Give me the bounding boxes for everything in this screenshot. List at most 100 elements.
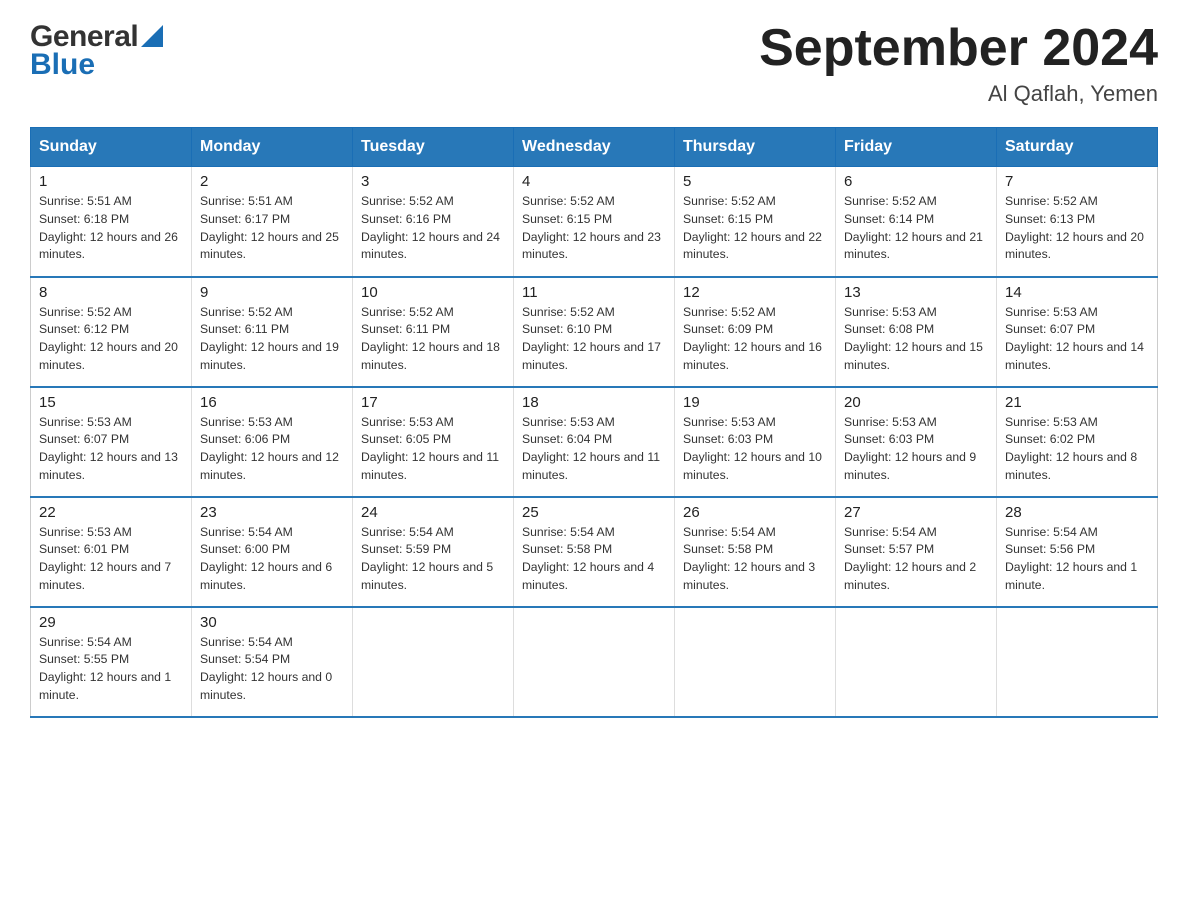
day-number: 7 <box>1005 173 1149 190</box>
calendar-week-row: 22 Sunrise: 5:53 AMSunset: 6:01 PMDaylig… <box>31 497 1158 607</box>
table-row: 14 Sunrise: 5:53 AMSunset: 6:07 PMDaylig… <box>997 277 1158 387</box>
table-row: 2 Sunrise: 5:51 AMSunset: 6:17 PMDayligh… <box>192 167 353 277</box>
table-row: 16 Sunrise: 5:53 AMSunset: 6:06 PMDaylig… <box>192 387 353 497</box>
day-number: 16 <box>200 394 344 411</box>
day-number: 20 <box>844 394 988 411</box>
header-sunday: Sunday <box>31 128 192 167</box>
day-info: Sunrise: 5:52 AMSunset: 6:13 PMDaylight:… <box>1005 194 1144 261</box>
day-number: 11 <box>522 284 666 301</box>
day-info: Sunrise: 5:53 AMSunset: 6:05 PMDaylight:… <box>361 415 499 482</box>
table-row: 22 Sunrise: 5:53 AMSunset: 6:01 PMDaylig… <box>31 497 192 607</box>
day-number: 18 <box>522 394 666 411</box>
table-row: 9 Sunrise: 5:52 AMSunset: 6:11 PMDayligh… <box>192 277 353 387</box>
table-row: 15 Sunrise: 5:53 AMSunset: 6:07 PMDaylig… <box>31 387 192 497</box>
day-number: 2 <box>200 173 344 190</box>
day-info: Sunrise: 5:54 AMSunset: 5:59 PMDaylight:… <box>361 525 493 592</box>
day-number: 5 <box>683 173 827 190</box>
table-row: 26 Sunrise: 5:54 AMSunset: 5:58 PMDaylig… <box>675 497 836 607</box>
logo-triangle-icon <box>141 25 163 47</box>
calendar-week-row: 29 Sunrise: 5:54 AMSunset: 5:55 PMDaylig… <box>31 607 1158 717</box>
day-number: 29 <box>39 614 183 631</box>
table-row: 8 Sunrise: 5:52 AMSunset: 6:12 PMDayligh… <box>31 277 192 387</box>
day-info: Sunrise: 5:52 AMSunset: 6:11 PMDaylight:… <box>361 305 500 372</box>
table-row: 28 Sunrise: 5:54 AMSunset: 5:56 PMDaylig… <box>997 497 1158 607</box>
header-monday: Monday <box>192 128 353 167</box>
day-info: Sunrise: 5:52 AMSunset: 6:15 PMDaylight:… <box>522 194 661 261</box>
table-row: 10 Sunrise: 5:52 AMSunset: 6:11 PMDaylig… <box>353 277 514 387</box>
table-row: 6 Sunrise: 5:52 AMSunset: 6:14 PMDayligh… <box>836 167 997 277</box>
table-row: 1 Sunrise: 5:51 AMSunset: 6:18 PMDayligh… <box>31 167 192 277</box>
day-info: Sunrise: 5:54 AMSunset: 5:55 PMDaylight:… <box>39 635 171 702</box>
day-info: Sunrise: 5:54 AMSunset: 5:58 PMDaylight:… <box>522 525 654 592</box>
header-saturday: Saturday <box>997 128 1158 167</box>
day-number: 25 <box>522 504 666 521</box>
day-number: 19 <box>683 394 827 411</box>
logo-blue-text: Blue <box>30 48 95 82</box>
day-number: 28 <box>1005 504 1149 521</box>
day-info: Sunrise: 5:52 AMSunset: 6:16 PMDaylight:… <box>361 194 500 261</box>
day-number: 13 <box>844 284 988 301</box>
table-row <box>997 607 1158 717</box>
calendar-week-row: 1 Sunrise: 5:51 AMSunset: 6:18 PMDayligh… <box>31 167 1158 277</box>
calendar-week-row: 8 Sunrise: 5:52 AMSunset: 6:12 PMDayligh… <box>31 277 1158 387</box>
table-row: 11 Sunrise: 5:52 AMSunset: 6:10 PMDaylig… <box>514 277 675 387</box>
day-number: 14 <box>1005 284 1149 301</box>
header-friday: Friday <box>836 128 997 167</box>
table-row: 27 Sunrise: 5:54 AMSunset: 5:57 PMDaylig… <box>836 497 997 607</box>
day-info: Sunrise: 5:52 AMSunset: 6:14 PMDaylight:… <box>844 194 983 261</box>
calendar-title-block: September 2024 Al Qaflah, Yemen <box>759 20 1158 107</box>
day-info: Sunrise: 5:51 AMSunset: 6:17 PMDaylight:… <box>200 194 339 261</box>
day-number: 8 <box>39 284 183 301</box>
day-info: Sunrise: 5:53 AMSunset: 6:07 PMDaylight:… <box>1005 305 1144 372</box>
day-number: 17 <box>361 394 505 411</box>
table-row: 3 Sunrise: 5:52 AMSunset: 6:16 PMDayligh… <box>353 167 514 277</box>
header-tuesday: Tuesday <box>353 128 514 167</box>
table-row: 5 Sunrise: 5:52 AMSunset: 6:15 PMDayligh… <box>675 167 836 277</box>
calendar-month-year: September 2024 <box>759 20 1158 77</box>
day-info: Sunrise: 5:53 AMSunset: 6:03 PMDaylight:… <box>844 415 976 482</box>
page-header: General Blue September 2024 Al Qaflah, Y… <box>30 20 1158 107</box>
day-info: Sunrise: 5:54 AMSunset: 6:00 PMDaylight:… <box>200 525 332 592</box>
table-row: 24 Sunrise: 5:54 AMSunset: 5:59 PMDaylig… <box>353 497 514 607</box>
calendar-week-row: 15 Sunrise: 5:53 AMSunset: 6:07 PMDaylig… <box>31 387 1158 497</box>
weekday-header-row: Sunday Monday Tuesday Wednesday Thursday… <box>31 128 1158 167</box>
table-row: 18 Sunrise: 5:53 AMSunset: 6:04 PMDaylig… <box>514 387 675 497</box>
table-row: 20 Sunrise: 5:53 AMSunset: 6:03 PMDaylig… <box>836 387 997 497</box>
table-row: 21 Sunrise: 5:53 AMSunset: 6:02 PMDaylig… <box>997 387 1158 497</box>
table-row <box>514 607 675 717</box>
day-info: Sunrise: 5:54 AMSunset: 5:56 PMDaylight:… <box>1005 525 1137 592</box>
day-number: 23 <box>200 504 344 521</box>
day-number: 3 <box>361 173 505 190</box>
day-number: 9 <box>200 284 344 301</box>
day-info: Sunrise: 5:53 AMSunset: 6:01 PMDaylight:… <box>39 525 171 592</box>
calendar-location: Al Qaflah, Yemen <box>759 81 1158 107</box>
table-row: 29 Sunrise: 5:54 AMSunset: 5:55 PMDaylig… <box>31 607 192 717</box>
header-wednesday: Wednesday <box>514 128 675 167</box>
table-row: 25 Sunrise: 5:54 AMSunset: 5:58 PMDaylig… <box>514 497 675 607</box>
day-info: Sunrise: 5:53 AMSunset: 6:03 PMDaylight:… <box>683 415 822 482</box>
day-number: 30 <box>200 614 344 631</box>
calendar-table: Sunday Monday Tuesday Wednesday Thursday… <box>30 127 1158 718</box>
day-info: Sunrise: 5:51 AMSunset: 6:18 PMDaylight:… <box>39 194 178 261</box>
day-info: Sunrise: 5:53 AMSunset: 6:06 PMDaylight:… <box>200 415 339 482</box>
day-number: 4 <box>522 173 666 190</box>
day-number: 10 <box>361 284 505 301</box>
table-row: 30 Sunrise: 5:54 AMSunset: 5:54 PMDaylig… <box>192 607 353 717</box>
table-row: 12 Sunrise: 5:52 AMSunset: 6:09 PMDaylig… <box>675 277 836 387</box>
day-info: Sunrise: 5:52 AMSunset: 6:10 PMDaylight:… <box>522 305 661 372</box>
day-info: Sunrise: 5:52 AMSunset: 6:12 PMDaylight:… <box>39 305 178 372</box>
day-number: 26 <box>683 504 827 521</box>
table-row: 13 Sunrise: 5:53 AMSunset: 6:08 PMDaylig… <box>836 277 997 387</box>
table-row: 7 Sunrise: 5:52 AMSunset: 6:13 PMDayligh… <box>997 167 1158 277</box>
day-number: 1 <box>39 173 183 190</box>
table-row <box>675 607 836 717</box>
table-row <box>353 607 514 717</box>
header-thursday: Thursday <box>675 128 836 167</box>
day-info: Sunrise: 5:53 AMSunset: 6:02 PMDaylight:… <box>1005 415 1137 482</box>
day-info: Sunrise: 5:54 AMSunset: 5:58 PMDaylight:… <box>683 525 815 592</box>
day-info: Sunrise: 5:53 AMSunset: 6:08 PMDaylight:… <box>844 305 983 372</box>
day-number: 27 <box>844 504 988 521</box>
day-number: 21 <box>1005 394 1149 411</box>
day-info: Sunrise: 5:52 AMSunset: 6:11 PMDaylight:… <box>200 305 339 372</box>
day-info: Sunrise: 5:54 AMSunset: 5:57 PMDaylight:… <box>844 525 976 592</box>
